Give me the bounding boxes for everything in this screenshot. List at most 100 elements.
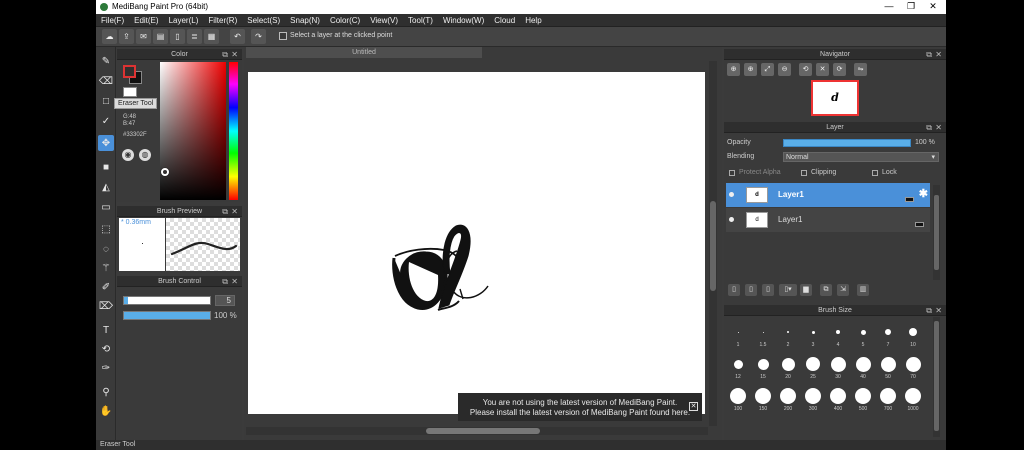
brush-size-option[interactable]: 12 <box>726 353 750 381</box>
undock-icon[interactable]: ⧉ <box>222 276 228 287</box>
select-pen-tool-icon[interactable]: ✐ <box>98 279 114 295</box>
menu-select[interactable]: Select(S) <box>242 14 285 27</box>
drawing-canvas[interactable] <box>248 72 705 414</box>
menu-edit[interactable]: Edit(E) <box>129 14 163 27</box>
white-color-swatch[interactable] <box>123 87 137 97</box>
maximize-button[interactable]: ❐ <box>900 0 922 14</box>
foreground-color-swatch[interactable] <box>123 65 136 78</box>
cloud-icon[interactable]: ☁ <box>102 29 117 44</box>
navigator-thumbnail[interactable]: d <box>811 80 859 116</box>
vertical-scroll-thumb[interactable] <box>710 201 716 291</box>
close-panel-icon[interactable]: ✕ <box>231 276 238 287</box>
brush-size-option[interactable]: 50 <box>876 353 900 381</box>
brush-size-option[interactable]: 1000 <box>901 385 925 413</box>
undock-icon[interactable]: ⧉ <box>926 122 932 133</box>
close-button[interactable]: ✕ <box>922 0 944 14</box>
clipping-checkbox[interactable] <box>801 170 807 176</box>
new-halftone-layer-icon[interactable]: ▯ <box>745 284 757 296</box>
brush-size-scroll-thumb[interactable] <box>934 321 939 431</box>
brush-size-value[interactable]: 5 <box>215 295 235 306</box>
brush-size-option[interactable]: 40 <box>851 353 875 381</box>
bucket-tool-icon[interactable]: ◭ <box>98 179 114 195</box>
menu-layer[interactable]: Layer(L) <box>164 14 204 27</box>
undock-icon[interactable]: ⧉ <box>222 49 228 60</box>
rotate-left-icon[interactable]: ⟲ <box>799 63 812 76</box>
new-layer-icon[interactable]: ▯ <box>728 284 740 296</box>
brush-size-option[interactable]: 150 <box>751 385 775 413</box>
menu-help[interactable]: Help <box>520 14 546 27</box>
merge-layer-icon[interactable]: ⇲ <box>837 284 849 296</box>
select-layer-checkbox[interactable] <box>279 32 287 40</box>
zoom-in-icon[interactable]: ⊕ <box>727 63 740 76</box>
brush-size-option[interactable]: 7 <box>876 321 900 349</box>
eye-icon[interactable] <box>729 192 734 197</box>
document-tab[interactable]: Untitled <box>246 47 482 58</box>
brush-size-option[interactable]: 200 <box>776 385 800 413</box>
operation-tool-icon[interactable]: ⟲ <box>98 341 114 357</box>
undo-icon[interactable]: ↶ <box>230 29 245 44</box>
brush-size-option[interactable]: 20 <box>776 353 800 381</box>
menu-view[interactable]: View(V) <box>365 14 403 27</box>
magic-wand-tool-icon[interactable]: ⚚ <box>98 260 114 276</box>
horizontal-scroll-thumb[interactable] <box>426 428 540 434</box>
brush-tool-icon[interactable]: ✎ <box>98 53 114 69</box>
message-icon[interactable]: ▤ <box>153 29 168 44</box>
menu-tool[interactable]: Tool(T) <box>403 14 438 27</box>
color-picker-cursor[interactable] <box>161 168 169 176</box>
gradient-tool-icon[interactable]: ▭ <box>98 199 114 215</box>
eye-icon[interactable] <box>729 217 734 222</box>
selection-brush-tool-icon[interactable]: ✓ <box>98 113 114 129</box>
undock-icon[interactable]: ⧉ <box>926 49 932 60</box>
brush-size-option[interactable]: 70 <box>901 353 925 381</box>
actual-size-icon[interactable]: ⊖ <box>778 63 791 76</box>
protect-alpha-checkbox[interactable] <box>729 170 735 176</box>
move-tool-icon[interactable]: ✥ <box>98 135 114 151</box>
layer-scroll-thumb[interactable] <box>934 195 939 270</box>
saturation-value-picker[interactable] <box>160 62 226 200</box>
update-notice[interactable]: You are not using the latest version of … <box>458 393 702 421</box>
dropper-tool-icon[interactable]: ⚲ <box>98 384 114 400</box>
rectangle-tool-icon[interactable]: □ <box>98 93 114 109</box>
eyedropper-tool-icon[interactable]: ✑ <box>98 360 114 376</box>
brush-size-option[interactable]: 100 <box>726 385 750 413</box>
flip-icon[interactable]: ⇋ <box>854 63 867 76</box>
close-panel-icon[interactable]: ✕ <box>231 206 238 217</box>
brush-size-option[interactable]: 25 <box>801 353 825 381</box>
close-panel-icon[interactable]: ✕ <box>935 305 942 316</box>
document-icon[interactable]: ▯ <box>170 29 185 44</box>
notice-line-2[interactable]: Please install the latest version of Med… <box>458 408 702 418</box>
close-panel-icon[interactable]: ✕ <box>935 122 942 133</box>
undock-icon[interactable]: ⧉ <box>926 305 932 316</box>
minimize-button[interactable]: — <box>878 0 900 14</box>
delete-layer-icon[interactable]: ▥ <box>857 284 869 296</box>
menu-window[interactable]: Window(W) <box>438 14 489 27</box>
close-panel-icon[interactable]: ✕ <box>935 49 942 60</box>
add-layer-menu-icon[interactable]: ▯▾ <box>779 284 797 296</box>
brush-size-option[interactable]: 700 <box>876 385 900 413</box>
fill-rectangle-tool-icon[interactable]: ■ <box>98 159 114 175</box>
brush-size-option[interactable]: 10 <box>901 321 925 349</box>
brush-opacity-slider[interactable] <box>123 311 211 320</box>
menu-color[interactable]: Color(C) <box>325 14 365 27</box>
redo-icon[interactable]: ↷ <box>251 29 266 44</box>
menu-file[interactable]: File(F) <box>96 14 129 27</box>
canvas-vertical-scrollbar[interactable] <box>709 61 717 426</box>
select-rect-tool-icon[interactable]: ⬚ <box>98 221 114 237</box>
brush-size-option[interactable]: 1.5 <box>751 321 775 349</box>
brush-size-option[interactable]: 500 <box>851 385 875 413</box>
color-options-icon[interactable]: ◍ <box>139 149 151 161</box>
undock-icon[interactable]: ⧉ <box>222 206 228 217</box>
eraser-tool-icon[interactable]: ⌫ <box>98 73 114 89</box>
brush-size-option[interactable]: 2 <box>776 321 800 349</box>
lasso-tool-icon[interactable]: ◌ <box>98 241 114 257</box>
brush-size-option[interactable]: 5 <box>851 321 875 349</box>
gear-icon[interactable]: ✱ <box>919 187 928 200</box>
select-eraser-tool-icon[interactable]: ⌦ <box>98 298 114 314</box>
brush-size-option[interactable]: 15 <box>751 353 775 381</box>
brush-size-option[interactable]: 30 <box>826 353 850 381</box>
brush-size-option[interactable]: 400 <box>826 385 850 413</box>
rotate-right-icon[interactable]: ⟳ <box>833 63 846 76</box>
brush-size-option[interactable]: 1 <box>726 321 750 349</box>
grid-icon[interactable]: ▦ <box>204 29 219 44</box>
reset-rotation-icon[interactable]: ✕ <box>816 63 829 76</box>
